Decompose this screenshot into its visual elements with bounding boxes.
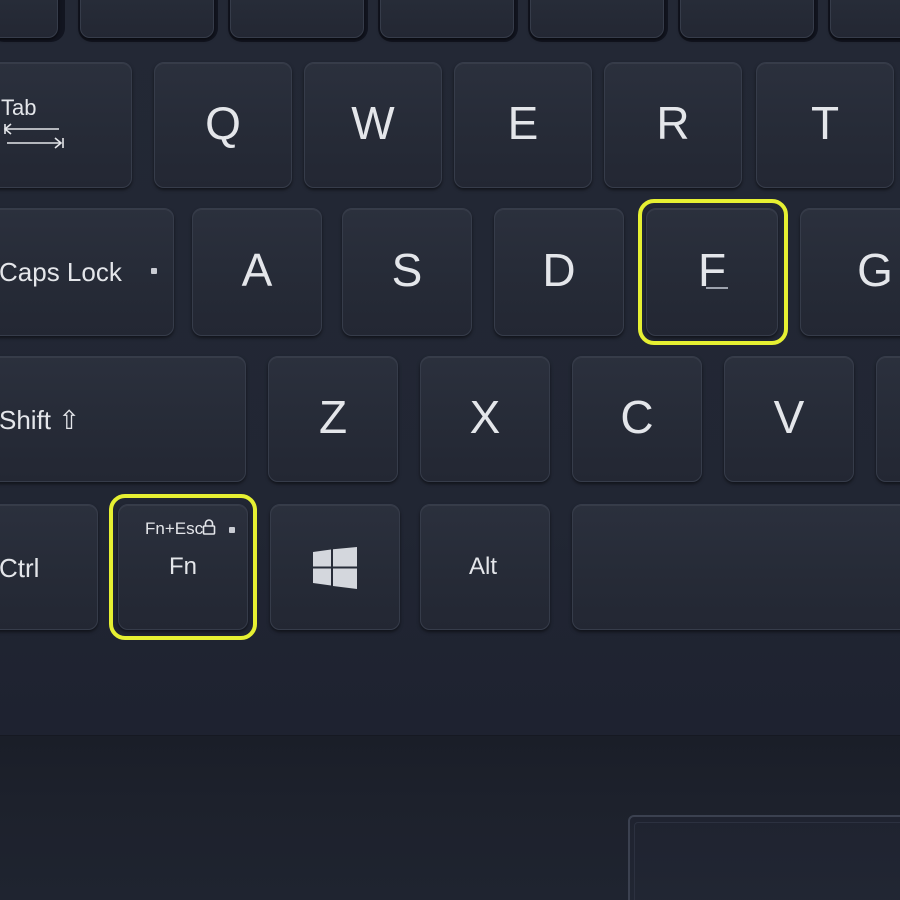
key-ctrl[interactable]: Ctrl (0, 504, 98, 630)
key-q-label: Q (205, 96, 241, 149)
key-w-label: W (351, 96, 395, 149)
ctrl-label: Ctrl (0, 553, 40, 583)
key-a[interactable]: A (192, 208, 322, 336)
key-s-label: S (391, 243, 423, 296)
highlight-fn-key (109, 494, 257, 640)
touchpad-edge (634, 822, 900, 900)
key-e[interactable]: E (454, 62, 592, 188)
shift-label: Shift ⇧ (0, 405, 81, 435)
key-alt[interactable]: Alt (420, 504, 550, 630)
key-partial[interactable] (530, 0, 664, 38)
key-z-label: Z (318, 390, 348, 443)
key-spacebar[interactable] (572, 504, 900, 630)
key-w[interactable]: W (304, 62, 442, 188)
key-partial[interactable] (230, 0, 364, 38)
key-e-label: E (507, 96, 539, 149)
key-q[interactable]: Q (154, 62, 292, 188)
laptop-keyboard-photo: Tab Q W E R T Caps Lock A S D F G Shift … (0, 0, 900, 900)
key-s[interactable]: S (342, 208, 472, 336)
key-g[interactable]: G (800, 208, 900, 336)
key-v-label: V (773, 390, 805, 443)
key-g-label: G (857, 243, 893, 296)
tab-arrows-icon (3, 123, 64, 149)
key-partial[interactable] (0, 0, 58, 38)
alt-label: Alt (469, 553, 498, 580)
key-c-label: C (620, 390, 654, 443)
key-t[interactable]: T (756, 62, 894, 188)
windows-logo-icon (313, 547, 357, 589)
key-t-label: T (810, 96, 840, 149)
key-partial[interactable] (380, 0, 514, 38)
key-x-label: X (469, 390, 501, 443)
key-x[interactable]: X (420, 356, 550, 482)
key-partial[interactable] (830, 0, 900, 38)
caps-lock-indicator (151, 268, 157, 274)
key-tab[interactable]: Tab (0, 62, 132, 188)
caps-lock-label: Caps Lock (0, 257, 122, 287)
key-r-label: R (656, 96, 690, 149)
key-shift[interactable]: Shift ⇧ (0, 356, 246, 482)
tab-label: Tab (1, 95, 37, 120)
key-partial[interactable] (80, 0, 214, 38)
key-r[interactable]: R (604, 62, 742, 188)
key-c[interactable]: C (572, 356, 702, 482)
key-caps-lock[interactable]: Caps Lock (0, 208, 174, 336)
key-windows[interactable] (270, 504, 400, 630)
key-d-label: D (542, 243, 576, 296)
key-a-label: A (241, 243, 273, 296)
key-z[interactable]: Z (268, 356, 398, 482)
key-b-partial[interactable] (876, 356, 900, 482)
key-v[interactable]: V (724, 356, 854, 482)
key-partial[interactable] (680, 0, 814, 38)
highlight-f-key (638, 199, 788, 345)
key-d[interactable]: D (494, 208, 624, 336)
